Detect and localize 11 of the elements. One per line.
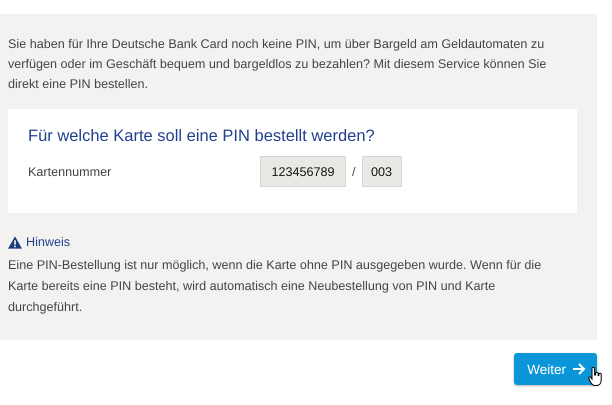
field-label: Kartennummer [28, 164, 112, 178]
notice-text: Eine PIN-Bestellung ist nur möglich, wenn die Karte ohne PIN ausgegeben wurde. Wenn für die Karte bereits eine PIN besteht, wird automatisch eine Neubestellung von PIN und Karte durchgeführt. [8, 257, 542, 316]
warning-icon [8, 236, 22, 248]
form-heading: Für welche Karte soll eine PIN bestellt werden? [28, 127, 376, 146]
hand-cursor-icon [588, 367, 602, 387]
card-suffix-field[interactable]: 003 [362, 156, 402, 187]
separator-text: / [352, 164, 356, 178]
notice-title: Hinweis [26, 235, 70, 249]
card-number-field[interactable]: 123456789 [260, 156, 346, 187]
intro-text: Sie haben für Ihre Deutsche Bank Card noch keine PIN, um über Bargeld am Geldautomaten zu verfügen oder im Geschäft bequem und bargeldlos zu bezahlen? Mit diesem Service können Sie direkt eine PIN bestellen. [8, 36, 548, 93]
arrow-right-icon [572, 363, 586, 375]
